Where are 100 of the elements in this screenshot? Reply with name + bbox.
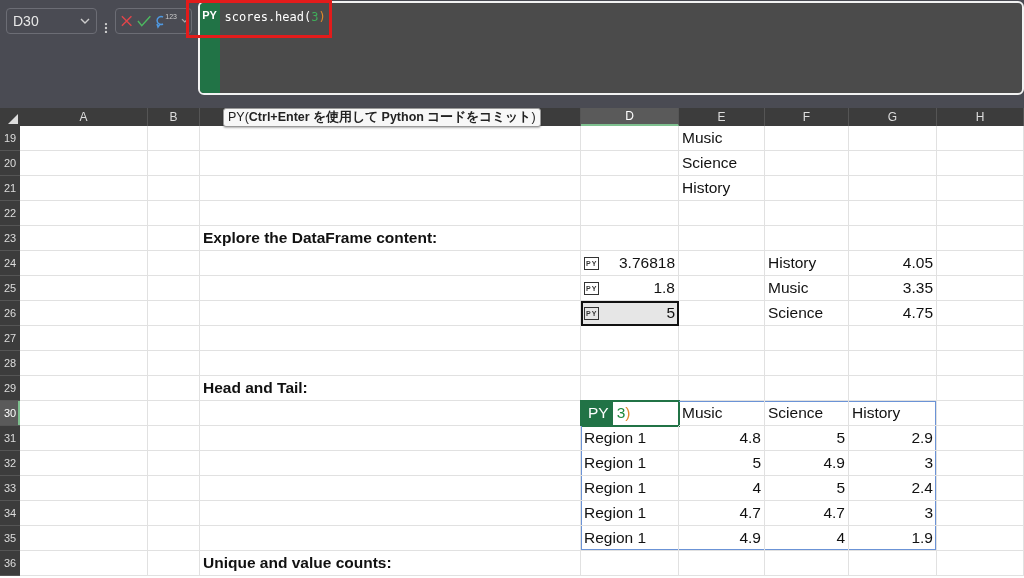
row-header[interactable]: 31 <box>0 426 20 451</box>
row-header[interactable]: 32 <box>0 451 20 476</box>
select-all-icon[interactable] <box>8 114 18 124</box>
table-cell[interactable] <box>937 351 1024 376</box>
table-cell[interactable] <box>679 551 765 576</box>
table-cell[interactable] <box>937 451 1024 476</box>
table-cell[interactable] <box>581 226 679 251</box>
table-cell[interactable] <box>148 351 200 376</box>
table-cell[interactable] <box>20 301 148 326</box>
table-cell[interactable]: 5 <box>765 476 849 501</box>
table-cell[interactable] <box>20 476 148 501</box>
table-cell[interactable]: 2.4 <box>849 476 937 501</box>
table-cell[interactable] <box>148 301 200 326</box>
table-cell[interactable] <box>937 551 1024 576</box>
table-cell[interactable]: Science <box>765 301 849 326</box>
row-header[interactable]: 33 <box>0 476 20 501</box>
table-cell[interactable] <box>679 276 765 301</box>
table-cell[interactable] <box>20 151 148 176</box>
table-cell[interactable] <box>20 326 148 351</box>
table-cell[interactable] <box>200 351 581 376</box>
table-cell[interactable] <box>765 326 849 351</box>
row-header[interactable]: 23 <box>0 226 20 251</box>
table-cell[interactable]: Music <box>679 126 765 151</box>
row-header[interactable]: 19 <box>0 126 20 151</box>
table-cell[interactable] <box>20 251 148 276</box>
table-cell[interactable] <box>581 551 679 576</box>
row-header[interactable]: 30 <box>0 401 20 426</box>
table-cell[interactable] <box>200 301 581 326</box>
table-cell[interactable] <box>849 201 937 226</box>
table-cell[interactable]: Head and Tail: <box>200 376 581 401</box>
table-cell[interactable] <box>148 201 200 226</box>
table-cell[interactable] <box>937 201 1024 226</box>
table-cell[interactable] <box>20 426 148 451</box>
table-cell[interactable]: History <box>849 401 937 426</box>
table-cell[interactable] <box>148 526 200 551</box>
table-cell[interactable]: 4.75 <box>849 301 937 326</box>
table-cell[interactable] <box>765 226 849 251</box>
table-cell[interactable] <box>679 351 765 376</box>
table-cell[interactable] <box>849 326 937 351</box>
table-cell[interactable]: Region 1 <box>581 476 679 501</box>
table-cell[interactable] <box>148 126 200 151</box>
table-cell[interactable]: History <box>679 176 765 201</box>
table-cell[interactable] <box>679 376 765 401</box>
table-cell[interactable]: Science <box>765 401 849 426</box>
column-header[interactable]: B <box>148 108 200 126</box>
table-cell[interactable] <box>937 326 1024 351</box>
table-cell[interactable] <box>937 426 1024 451</box>
table-cell[interactable] <box>679 301 765 326</box>
row-header[interactable]: 22 <box>0 201 20 226</box>
column-header[interactable]: D <box>581 108 679 126</box>
table-cell[interactable] <box>200 151 581 176</box>
table-cell[interactable] <box>20 201 148 226</box>
table-cell[interactable] <box>200 526 581 551</box>
table-cell[interactable] <box>937 151 1024 176</box>
table-cell[interactable] <box>200 276 581 301</box>
table-cell[interactable] <box>937 526 1024 551</box>
table-cell[interactable] <box>200 326 581 351</box>
formula-input[interactable]: PY scores.head(3) <box>197 1 1024 95</box>
table-cell[interactable] <box>148 226 200 251</box>
table-cell[interactable] <box>679 251 765 276</box>
table-cell[interactable]: 4.8 <box>679 426 765 451</box>
table-cell[interactable] <box>765 551 849 576</box>
table-cell[interactable]: Region 1 <box>581 526 679 551</box>
table-cell[interactable] <box>765 201 849 226</box>
table-cell[interactable] <box>20 551 148 576</box>
table-cell[interactable] <box>200 451 581 476</box>
table-cell[interactable]: Region 1 <box>581 501 679 526</box>
table-cell[interactable] <box>148 326 200 351</box>
table-cell[interactable] <box>20 376 148 401</box>
table-cell[interactable]: Science <box>679 151 765 176</box>
row-header[interactable]: 29 <box>0 376 20 401</box>
table-cell[interactable] <box>148 151 200 176</box>
table-cell[interactable] <box>937 276 1024 301</box>
table-cell[interactable] <box>148 176 200 201</box>
table-cell[interactable] <box>765 126 849 151</box>
column-header[interactable]: E <box>679 108 765 126</box>
table-cell[interactable] <box>148 401 200 426</box>
table-cell[interactable]: Unique and value counts: <box>200 551 581 576</box>
table-cell[interactable]: Region 1 <box>581 451 679 476</box>
name-box[interactable]: D30 <box>6 8 97 34</box>
table-cell[interactable] <box>20 126 148 151</box>
table-cell[interactable] <box>148 276 200 301</box>
table-cell[interactable] <box>581 351 679 376</box>
row-header[interactable]: 24 <box>0 251 20 276</box>
table-cell[interactable]: Region 1 <box>581 426 679 451</box>
table-cell[interactable] <box>765 351 849 376</box>
table-cell[interactable] <box>937 501 1024 526</box>
cancel-icon[interactable] <box>119 14 133 28</box>
row-header[interactable]: 34 <box>0 501 20 526</box>
table-cell[interactable] <box>20 526 148 551</box>
table-cell[interactable] <box>849 151 937 176</box>
table-cell[interactable] <box>148 476 200 501</box>
column-header[interactable]: G <box>849 108 937 126</box>
table-cell[interactable] <box>765 176 849 201</box>
table-cell[interactable] <box>679 326 765 351</box>
table-cell[interactable]: 4.9 <box>679 526 765 551</box>
table-cell[interactable] <box>937 376 1024 401</box>
table-cell[interactable] <box>20 401 148 426</box>
table-cell[interactable]: 5 <box>679 451 765 476</box>
row-header[interactable]: 21 <box>0 176 20 201</box>
